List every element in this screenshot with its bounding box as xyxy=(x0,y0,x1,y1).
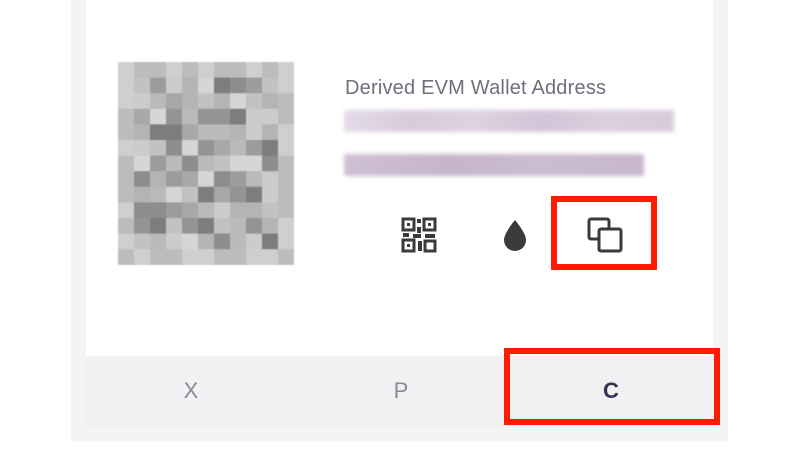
qr-code-icon xyxy=(401,217,437,253)
show-qr-button[interactable] xyxy=(394,210,444,260)
tab-c-chain[interactable]: C xyxy=(506,356,716,426)
tab-p-chain[interactable]: P xyxy=(296,356,506,426)
tab-x-chain[interactable]: X xyxy=(86,356,296,426)
qr-code-image xyxy=(118,62,294,265)
copy-icon xyxy=(587,217,623,253)
copy-address-button[interactable] xyxy=(580,210,630,260)
faucet-button[interactable] xyxy=(490,210,540,260)
address-value-line-2 xyxy=(344,154,644,176)
address-value-line-1 xyxy=(344,110,674,132)
address-label: Derived EVM Wallet Address xyxy=(345,77,607,99)
water-drop-icon xyxy=(504,220,526,251)
